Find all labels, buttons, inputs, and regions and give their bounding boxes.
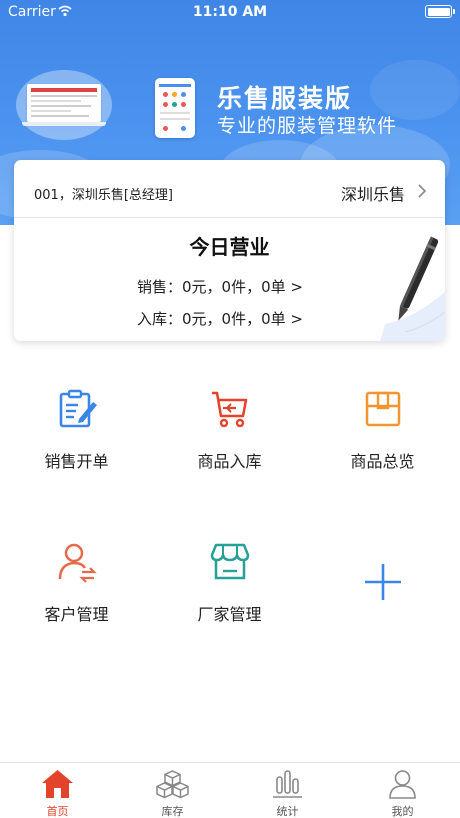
home-icon	[42, 770, 73, 798]
tab-bar: 首页 库存 统计 我的	[0, 762, 460, 818]
goods-inbound-label: 商品入库	[197, 452, 262, 471]
inbound-summary-link[interactable]: 入库：0元，0件，0单 >	[137, 308, 303, 329]
clipboard-pen-icon	[59, 389, 97, 428]
brand-title: 乐售服装版	[217, 84, 353, 113]
tab-inventory-label: 库存	[161, 805, 184, 818]
customer-manage-label: 客户管理	[44, 605, 109, 624]
brand-subtitle: 专业的服装管理软件	[217, 115, 398, 137]
tab-mine-label: 我的	[391, 805, 414, 818]
business-summary-card: 001，深圳乐售[总经理] 深圳乐售 今日营业 销售：0元，0件，0单 > 入库…	[14, 160, 445, 341]
add-shortcut-button[interactable]	[306, 541, 459, 651]
sales-order-button[interactable]: 销售开单	[0, 388, 153, 498]
user-icon	[389, 770, 416, 799]
tab-stats[interactable]: 统计	[230, 763, 345, 818]
sales-order-label: 销售开单	[44, 452, 109, 471]
shop-icon	[210, 543, 250, 580]
tab-mine[interactable]: 我的	[345, 763, 460, 818]
user-swap-icon	[58, 543, 97, 583]
vendor-manage-label: 厂家管理	[197, 605, 262, 624]
vendor-manage-button[interactable]: 厂家管理	[153, 541, 306, 651]
laptop-icon	[27, 84, 101, 122]
goods-overview-button[interactable]: 商品总览	[306, 388, 459, 498]
tab-inventory[interactable]: 库存	[115, 763, 230, 818]
chevron-right-icon	[418, 184, 427, 198]
cart-icon	[212, 391, 248, 428]
boxes-icon	[156, 770, 189, 799]
shop-name: 深圳乐售	[340, 185, 405, 204]
customer-manage-button[interactable]: 客户管理	[0, 541, 153, 651]
status-bar: Carrier 11:10 AM	[0, 0, 460, 24]
box-icon	[365, 391, 401, 427]
phone-illustration	[155, 78, 195, 138]
tab-stats-label: 统计	[276, 805, 299, 818]
bar-chart-icon	[273, 770, 302, 798]
battery-icon	[425, 5, 455, 18]
sales-summary-link[interactable]: 销售：0元，0件，0单 >	[137, 276, 303, 297]
status-time: 11:10 AM	[192, 4, 268, 20]
laptop-base	[22, 122, 106, 126]
pen-illustration	[380, 236, 445, 341]
user-info: 001，深圳乐售[总经理]	[34, 188, 173, 203]
plus-icon	[365, 564, 401, 600]
account-row[interactable]: 001，深圳乐售[总经理] 深圳乐售	[14, 160, 445, 218]
goods-inbound-button[interactable]: 商品入库	[153, 388, 306, 498]
tab-home-label: 首页	[46, 805, 69, 818]
tab-home[interactable]: 首页	[0, 763, 115, 818]
goods-overview-label: 商品总览	[350, 452, 415, 471]
